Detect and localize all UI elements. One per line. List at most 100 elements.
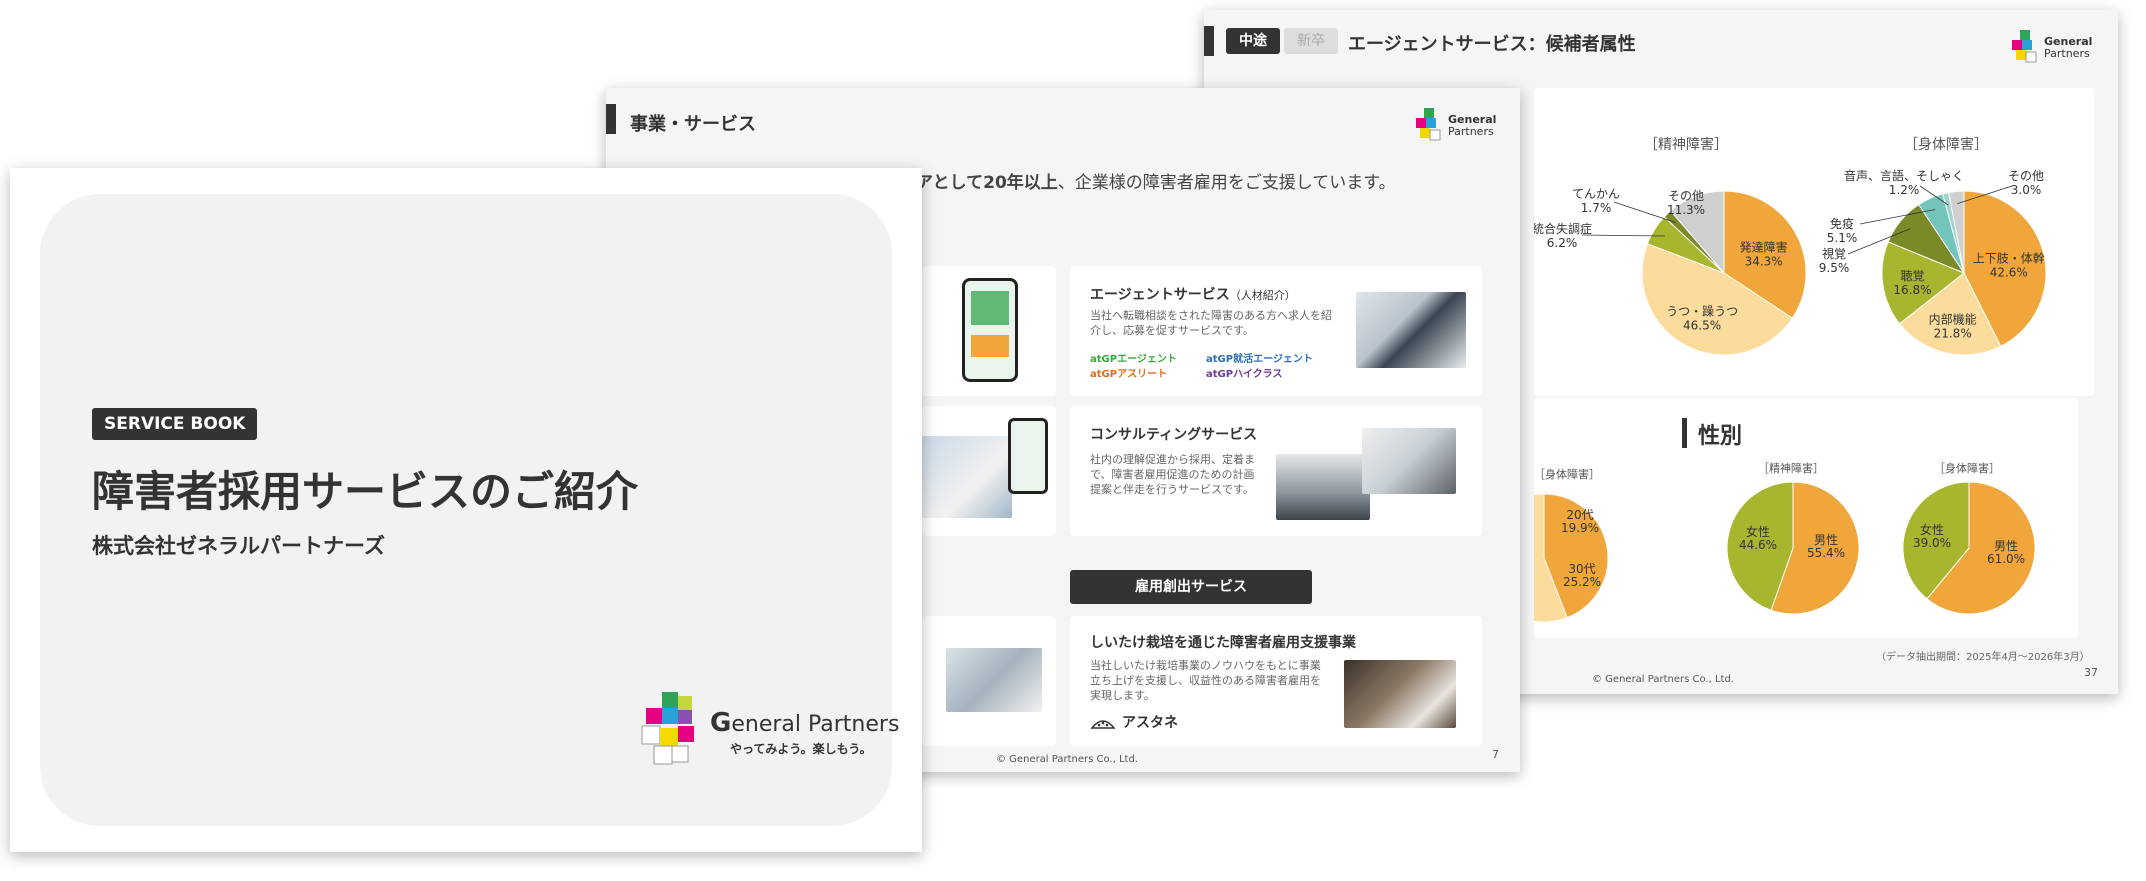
lead-text-rest: 、企業様の障害者雇用をご支援しています。	[1057, 173, 1396, 193]
page-number: 37	[2084, 666, 2098, 679]
shiitake-service-title: しいたけ栽培を通じた障害者雇用支援事業	[1090, 635, 1356, 651]
page-title: エージェントサービス：候補者属性	[1348, 34, 1636, 55]
pie-label-3: てんかん	[1572, 187, 1620, 201]
astane-brand-label: アスタネ	[1122, 715, 1178, 731]
gender-mental-title: ［精神障害］	[1758, 462, 1824, 475]
brand-atgp-athlete: atGPアスリート	[1090, 369, 1168, 380]
gender-title: 性別	[1698, 424, 1743, 449]
age-physical-title: ［身体障害］	[1534, 468, 1600, 481]
pie-label-1: 女性	[1746, 524, 1770, 539]
agent-service-description: 当社へ転職相談をされた障害のある方へ求人を紹介し、応募を促すサービスです。	[1090, 309, 1332, 337]
pie-label-2: 統合失調症	[1534, 221, 1592, 236]
consulting-service-description: 社内の理解促進から採用、定着まで、障害者雇用促進のための計画提案と伴走を行うサー…	[1090, 453, 1255, 496]
gender-card: 性別 ［精神障害］ ［身体障害］ 男性 55.4% 女性 44.6% 男性 61.0% 女…	[1668, 398, 2078, 638]
shiitake-cultivation-photo	[1344, 660, 1456, 728]
pie-label-2: 聴覚	[1900, 269, 1924, 283]
gender-mental-pie-chart: 男性55.4% 女性44.6%	[1726, 481, 1860, 615]
pie-value-3: 9.5%	[1819, 261, 1850, 275]
pie-label-0: 男性	[1814, 533, 1838, 547]
logo-cubes-icon	[2012, 30, 2037, 63]
gender-title-accent	[1682, 418, 1687, 448]
mental-disability-pie-chart: 発達障害34.3% うつ・躁うつ46.5% 統合失調症6.2% てんかん1.7% その他…	[1534, 187, 1807, 356]
company-logo: General Partners	[1414, 106, 1496, 146]
copyright: © General Partners Co., Ltd.	[996, 754, 1138, 765]
pie-value-2: 16.8%	[1893, 283, 1931, 297]
pie-value-0: 19.9%	[1561, 521, 1599, 535]
service-card-partial-3	[922, 616, 1056, 746]
age-pie-chart: 20代19.9% 30代25.2%	[1534, 493, 1609, 623]
shiitake-service-description: 当社しいたけ栽培事業のノウハウをもとに事業立ち上げを支援し、収益性のある障害者雇…	[1090, 659, 1321, 702]
tab-mid-career[interactable]: 中途	[1226, 28, 1280, 54]
tab-new-grad[interactable]: 新卒	[1284, 28, 1338, 54]
data-period-footnote: （データ抽出期間：2025年4月～2026年3月）	[1876, 652, 2090, 663]
consulting-service-card[interactable]: コンサルティングサービス 社内の理解促進から採用、定着まで、障害者雇用促進のため…	[1070, 406, 1482, 536]
lead-text: オニアとして20年以上、企業様の障害者雇用をご支援しています。	[882, 168, 1396, 193]
pie-value-3: 1.7%	[1581, 201, 1612, 215]
agent-service-title: エージェントサービス	[1090, 287, 1230, 303]
pie-value-4: 5.1%	[1827, 231, 1858, 245]
cover-logo-name: General Partners	[710, 708, 899, 738]
pie-label-0: 男性	[1994, 539, 2018, 553]
astane-brand: アスタネ	[1090, 712, 1178, 732]
title-bar-accent	[1204, 26, 1214, 56]
pie-value-4: 11.3%	[1667, 203, 1705, 217]
brand-atgp-agent: atGPエージェント	[1090, 354, 1177, 365]
pie-value-1: 25.2%	[1563, 575, 1601, 589]
pie-value-0: 42.6%	[1990, 265, 2028, 279]
cover-logo-rest: eneral Partners	[731, 711, 900, 737]
pie-value-1: 44.6%	[1739, 538, 1777, 552]
logo-cubes-icon	[1416, 108, 1441, 141]
pie-label-1: 女性	[1920, 522, 1944, 537]
pie-label-0: 上下肢・体幹	[1973, 250, 2045, 265]
team-meeting-photo	[946, 648, 1042, 712]
logo-cubes-icon	[641, 692, 694, 765]
pie-label-0: 20代	[1566, 508, 1593, 522]
pie-label-6: その他	[2008, 169, 2044, 183]
pie-label-5: 音声、言語、そしゃく	[1844, 168, 1964, 183]
phone-screen-block	[971, 335, 1009, 357]
gender-physical-title: ［身体障害］	[1934, 462, 2000, 475]
company-name: 株式会社ゼネラルパートナーズ	[92, 534, 385, 558]
cover-logo-initial: G	[710, 707, 732, 738]
mental-chart-title: ［精神障害］	[1644, 137, 1728, 153]
logo-line2: Partners	[2044, 47, 2090, 60]
pie-value-2: 6.2%	[1547, 236, 1578, 250]
astane-logo-icon	[1090, 720, 1116, 729]
company-logo: General Partners	[2010, 28, 2092, 68]
pie-label-3: 視覚	[1822, 246, 1846, 261]
pie-value-0: 55.4%	[1807, 546, 1845, 560]
smartphone-image-2	[1008, 418, 1048, 494]
page-number: 7	[1492, 748, 1499, 761]
cover-company-logo: General Partners やってみよう。楽しもう。	[640, 690, 899, 774]
gender-physical-pie-chart: 男性61.0% 女性39.0%	[1902, 481, 2036, 615]
brand-atgp-highclass: atGPハイクラス	[1206, 369, 1283, 380]
pie-label-0: 発達障害	[1740, 240, 1788, 255]
pie-value-0: 34.3%	[1745, 255, 1783, 269]
consult-person-photo	[922, 436, 1012, 518]
cover-logo-tagline: やってみよう。楽しもう。	[730, 741, 872, 756]
service-book-badge: SERVICE BOOK	[92, 408, 258, 440]
agent-meeting-photo	[1356, 292, 1466, 368]
slide-cover: SERVICE BOOK 障害者採用サービスのご紹介 株式会社ゼネラルパートナー…	[10, 168, 922, 852]
pie-value-0: 61.0%	[1987, 552, 2025, 566]
consulting-service-title: コンサルティングサービス	[1090, 427, 1258, 443]
title-bar-accent	[606, 104, 616, 134]
pie-label-4: その他	[1668, 189, 1704, 203]
service-card-partial-2	[922, 406, 1056, 536]
physical-disability-pie-chart: 上下肢・体幹42.6% 内部機能21.8% 聴覚16.8% 視覚9.5% 免疫5.1% 音…	[1819, 168, 2047, 356]
pie-value-1: 21.8%	[1934, 327, 1972, 341]
agent-service-subtitle: （人材紹介）	[1229, 289, 1296, 302]
pie-label-1: うつ・躁うつ	[1666, 305, 1738, 319]
pie-value-1: 46.5%	[1683, 319, 1721, 333]
pie-value-6: 3.0%	[2011, 183, 2042, 197]
brand-atgp-shukatsu-agent: atGP就活エージェント	[1206, 354, 1313, 365]
pie-label-4: 免疫	[1830, 216, 1854, 231]
shiitake-service-card[interactable]: しいたけ栽培を通じた障害者雇用支援事業 当社しいたけ栽培事業のノウハウをもとに事…	[1070, 616, 1482, 746]
page-title: 事業・サービス	[630, 114, 756, 135]
pie-label-1: 内部機能	[1929, 312, 1977, 327]
seminar-photo	[1276, 454, 1370, 520]
copyright: © General Partners Co., Ltd.	[1592, 674, 1734, 685]
agent-service-card[interactable]: エージェントサービス（人材紹介） 当社へ転職相談をされた障害のある方へ求人を紹介…	[1070, 266, 1482, 396]
cover-title: 障害者採用サービスのご紹介	[92, 467, 639, 516]
phone-screen-banner	[971, 291, 1009, 325]
